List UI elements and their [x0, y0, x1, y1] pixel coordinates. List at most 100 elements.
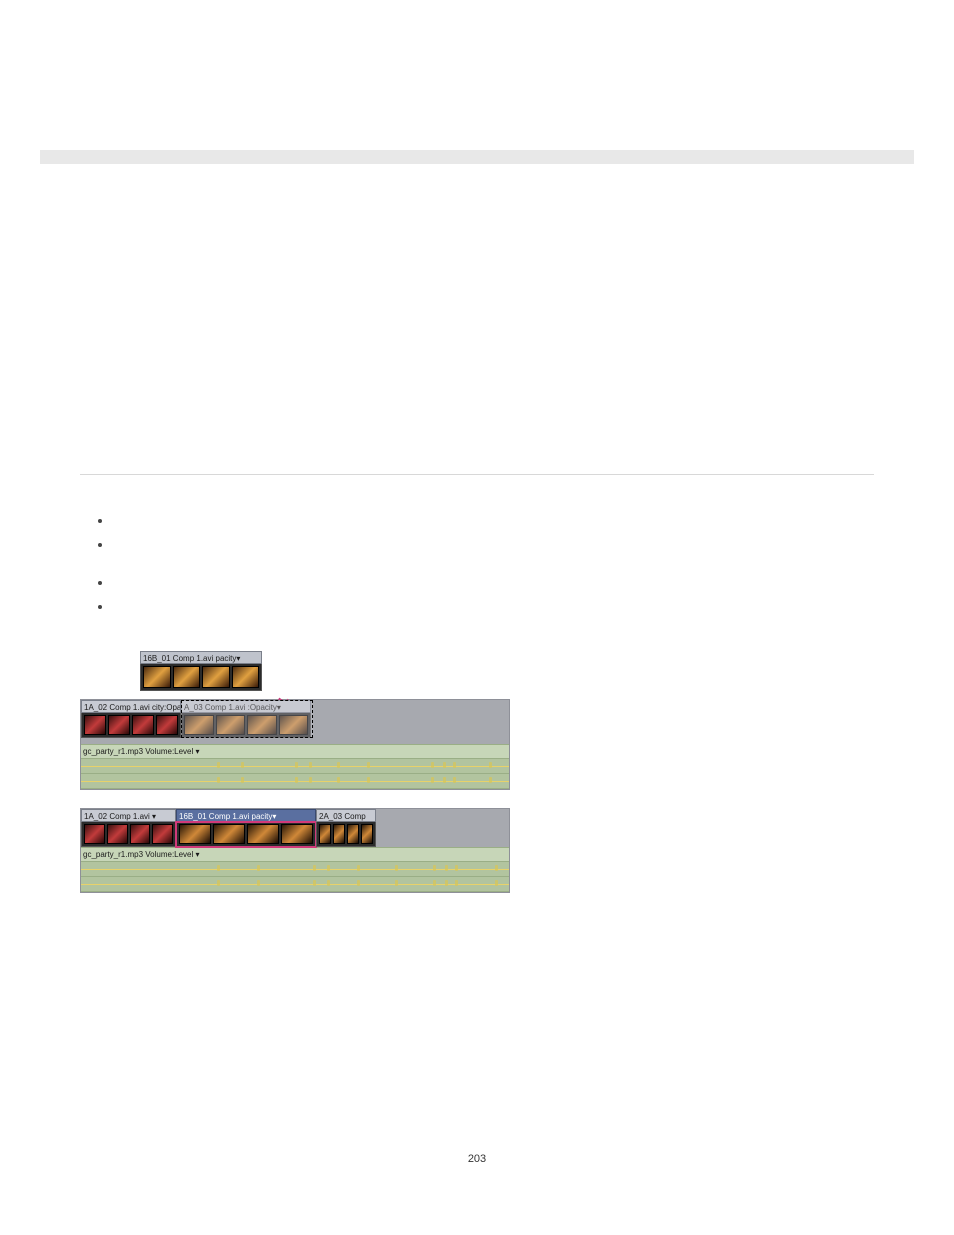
audio-marker: [367, 762, 370, 768]
audio-marker: [241, 777, 244, 783]
audio-marker: [455, 865, 458, 871]
audio-marker: [257, 880, 260, 886]
audio-clip-title: gc_party_r1.mp3 Volume:Level ▾: [81, 744, 509, 759]
thumbnail: [213, 824, 245, 844]
video-track[interactable]: 1A_02 Comp 1.avi city:Opacity▾A_03 Comp …: [81, 700, 509, 738]
audio-marker: [337, 777, 340, 783]
thumbnail: [247, 824, 279, 844]
audio-waveform-right: [81, 774, 509, 789]
audio-waveform-left: [81, 862, 509, 877]
audio-marker: [489, 762, 492, 768]
audio-marker: [327, 880, 330, 886]
audio-marker: [489, 777, 492, 783]
audio-marker: [313, 865, 316, 871]
page-content: 16B_01 Comp 1.avi pacity▾ ➔ 1A_02 Comp 1…: [80, 164, 874, 1165]
clip-title: 16B_01 Comp 1.avi pacity▾: [176, 809, 316, 822]
thumbnail: [84, 715, 106, 735]
thumbnail: [179, 824, 211, 844]
clip-title: A_03 Comp 1.avi :Opacity▾: [181, 700, 311, 713]
audio-marker: [453, 777, 456, 783]
audio-marker: [217, 865, 220, 871]
thumbnail: [130, 824, 151, 844]
page-number: 203: [80, 1153, 874, 1165]
video-clip[interactable]: 16B_01 Comp 1.avi pacity▾: [176, 809, 316, 847]
video-clip-row: 1A_02 Comp 1.avi ▾16B_01 Comp 1.avi paci…: [81, 809, 509, 847]
clip-filmstrip: [176, 822, 316, 847]
audio-marker: [453, 762, 456, 768]
timeline-panel-after[interactable]: 1A_02 Comp 1.avi ▾16B_01 Comp 1.avi paci…: [80, 808, 510, 893]
thumbnail: [361, 824, 373, 844]
clip-filmstrip: [140, 664, 262, 691]
thumbnail: [84, 824, 105, 844]
header-bar: [40, 150, 914, 164]
video-clip[interactable]: 2A_03 Comp: [316, 809, 376, 847]
thumbnail: [232, 666, 260, 688]
dragged-clip[interactable]: 16B_01 Comp 1.avi pacity▾: [140, 651, 262, 691]
audio-marker: [395, 865, 398, 871]
audio-marker: [217, 777, 220, 783]
video-track[interactable]: 1A_02 Comp 1.avi ▾16B_01 Comp 1.avi paci…: [81, 809, 509, 847]
thumbnail: [247, 715, 277, 735]
timeline-panel-before[interactable]: 1A_02 Comp 1.avi city:Opacity▾A_03 Comp …: [80, 699, 510, 790]
thumbnail: [279, 715, 309, 735]
video-clip[interactable]: A_03 Comp 1.avi :Opacity▾: [181, 700, 311, 738]
audio-marker: [455, 880, 458, 886]
audio-marker: [337, 762, 340, 768]
thumbnail: [108, 715, 130, 735]
section-divider: [80, 474, 874, 475]
audio-marker: [367, 777, 370, 783]
audio-track[interactable]: gc_party_r1.mp3 Volume:Level ▾: [81, 744, 509, 789]
audio-markers: [81, 774, 509, 788]
thumbnail: [107, 824, 128, 844]
thumbnail: [184, 715, 214, 735]
clip-filmstrip: [81, 822, 176, 847]
audio-markers: [81, 862, 509, 876]
audio-track[interactable]: gc_party_r1.mp3 Volume:Level ▾: [81, 847, 509, 892]
clip-title: 2A_03 Comp: [316, 809, 376, 822]
video-clip[interactable]: 1A_02 Comp 1.avi ▾: [81, 809, 176, 847]
audio-marker: [309, 762, 312, 768]
thumbnail: [202, 666, 230, 688]
audio-marker: [217, 880, 220, 886]
bullet-item: [98, 539, 874, 549]
dragged-clip-row: 16B_01 Comp 1.avi pacity▾: [80, 651, 874, 691]
audio-marker: [327, 865, 330, 871]
audio-marker: [443, 777, 446, 783]
audio-marker: [357, 865, 360, 871]
audio-marker: [295, 762, 298, 768]
audio-marker: [309, 777, 312, 783]
audio-marker: [295, 777, 298, 783]
thumbnail: [347, 824, 359, 844]
audio-waveform-right: [81, 877, 509, 892]
clip-title: 1A_02 Comp 1.avi ▾: [81, 809, 176, 822]
thumbnail: [216, 715, 246, 735]
clip-filmstrip: [316, 822, 376, 847]
audio-marker: [241, 762, 244, 768]
audio-marker: [395, 880, 398, 886]
clip-filmstrip: [181, 713, 311, 738]
thumbnail: [319, 824, 331, 844]
audio-markers: [81, 759, 509, 773]
figures: 16B_01 Comp 1.avi pacity▾ ➔ 1A_02 Comp 1…: [80, 651, 874, 893]
figure-spacer: [80, 790, 874, 808]
thumbnail: [281, 824, 313, 844]
thumbnail: [156, 715, 178, 735]
thumbnail: [143, 666, 171, 688]
clip-title: 16B_01 Comp 1.avi pacity▾: [140, 651, 262, 664]
audio-marker: [357, 880, 360, 886]
audio-marker: [431, 777, 434, 783]
audio-marker: [443, 762, 446, 768]
audio-waveform-left: [81, 759, 509, 774]
audio-clip-title: gc_party_r1.mp3 Volume:Level ▾: [81, 847, 509, 862]
audio-marker: [495, 880, 498, 886]
clip-filmstrip: [81, 713, 181, 738]
audio-marker: [257, 865, 260, 871]
audio-marker: [445, 880, 448, 886]
audio-marker: [433, 865, 436, 871]
clip-title: 1A_02 Comp 1.avi city:Opacity▾: [81, 700, 181, 713]
thumbnail: [173, 666, 201, 688]
bullet-item: [98, 577, 874, 587]
video-clip[interactable]: 1A_02 Comp 1.avi city:Opacity▾: [81, 700, 181, 738]
audio-marker: [495, 865, 498, 871]
bullet-item: [98, 601, 874, 611]
